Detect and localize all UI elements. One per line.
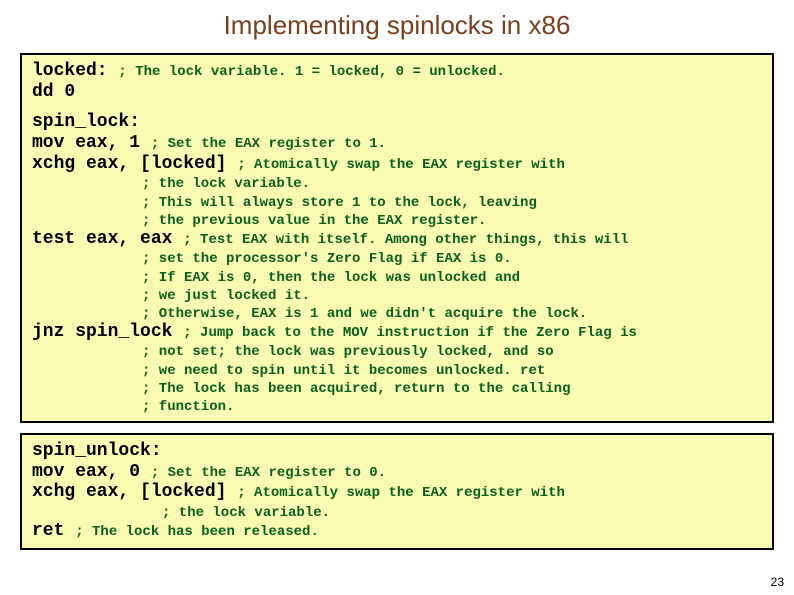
- comment-text: ; If EAX is 0, then the lock was unlocke…: [142, 270, 520, 286]
- comment-text: ; the lock variable.: [162, 505, 330, 521]
- asm-text: mov eax, 1: [32, 133, 151, 153]
- comment-text: ; Atomically swap the EAX register with: [237, 485, 565, 501]
- comment-text: ; the previous value in the EAX register…: [142, 213, 486, 229]
- asm-text: test eax, eax: [32, 229, 183, 249]
- comment-text: ; function.: [142, 399, 234, 415]
- asm-text: spin_lock:: [32, 112, 140, 132]
- comment-text: ; we need to spin until it becomes unloc…: [142, 363, 545, 379]
- code-line: dd 0: [32, 82, 762, 103]
- page-number: 23: [771, 575, 784, 589]
- code-line: ; This will always store 1 to the lock, …: [32, 193, 762, 211]
- code-line: ; set the processor's Zero Flag if EAX i…: [32, 249, 762, 267]
- asm-text: xchg eax, [locked]: [32, 154, 237, 174]
- comment-text: ; Set the EAX register to 0.: [151, 465, 386, 481]
- comment-text: ; the lock variable.: [142, 176, 310, 192]
- asm-text: ret: [32, 521, 75, 541]
- comment-text: ; Otherwise, EAX is 1 and we didn't acqu…: [142, 306, 587, 322]
- code-line: ; Otherwise, EAX is 1 and we didn't acqu…: [32, 304, 762, 322]
- comment-text: ; we just locked it.: [142, 288, 310, 304]
- comment-text: ; Jump back to the MOV instruction if th…: [183, 325, 637, 341]
- asm-text: locked:: [32, 61, 118, 81]
- code-line: locked: ; The lock variable. 1 = locked,…: [32, 61, 762, 82]
- asm-text: mov eax, 0: [32, 462, 151, 482]
- code-line: jnz spin_lock ; Jump back to the MOV ins…: [32, 322, 762, 343]
- comment-text: ; The lock variable. 1 = locked, 0 = unl…: [118, 64, 504, 80]
- code-line: ; function.: [32, 397, 762, 415]
- code-line: ; the previous value in the EAX register…: [32, 211, 762, 229]
- code-line: test eax, eax ; Test EAX with itself. Am…: [32, 229, 762, 250]
- comment-text: ; The lock has been acquired, return to …: [142, 381, 570, 397]
- comment-text: ; The lock has been released.: [75, 524, 319, 540]
- comment-text: ; Test EAX with itself. Among other thin…: [183, 232, 628, 248]
- code-line: mov eax, 0 ; Set the EAX register to 0.: [32, 462, 762, 483]
- code-line: ; If EAX is 0, then the lock was unlocke…: [32, 268, 762, 286]
- asm-text: xchg eax, [locked]: [32, 482, 237, 502]
- comment-text: ; Atomically swap the EAX register with: [237, 157, 565, 173]
- code-line: ; not set; the lock was previously locke…: [32, 342, 762, 360]
- code-line: ; The lock has been acquired, return to …: [32, 379, 762, 397]
- code-box-spin-lock: locked: ; The lock variable. 1 = locked,…: [20, 53, 774, 423]
- code-line: ; the lock variable.: [32, 503, 762, 521]
- comment-text: ; Set the EAX register to 1.: [151, 136, 386, 152]
- code-line: ; the lock variable.: [32, 174, 762, 192]
- comment-text: ; This will always store 1 to the lock, …: [142, 195, 537, 211]
- comment-text: ; not set; the lock was previously locke…: [142, 344, 554, 360]
- code-line: xchg eax, [locked] ; Atomically swap the…: [32, 482, 762, 503]
- code-line: spin_lock:: [32, 112, 762, 133]
- code-line: mov eax, 1 ; Set the EAX register to 1.: [32, 133, 762, 154]
- code-line: ; we just locked it.: [32, 286, 762, 304]
- code-line: xchg eax, [locked] ; Atomically swap the…: [32, 154, 762, 175]
- code-line: spin_unlock:: [32, 441, 762, 462]
- code-box-spin-unlock: spin_unlock: mov eax, 0 ; Set the EAX re…: [20, 433, 774, 550]
- asm-text: spin_unlock:: [32, 441, 162, 461]
- code-line: ; we need to spin until it becomes unloc…: [32, 361, 762, 379]
- slide-title: Implementing spinlocks in x86: [20, 10, 774, 41]
- asm-text: dd 0: [32, 82, 75, 102]
- code-line: ret ; The lock has been released.: [32, 521, 762, 542]
- asm-text: jnz spin_lock: [32, 322, 183, 342]
- comment-text: ; set the processor's Zero Flag if EAX i…: [142, 251, 512, 267]
